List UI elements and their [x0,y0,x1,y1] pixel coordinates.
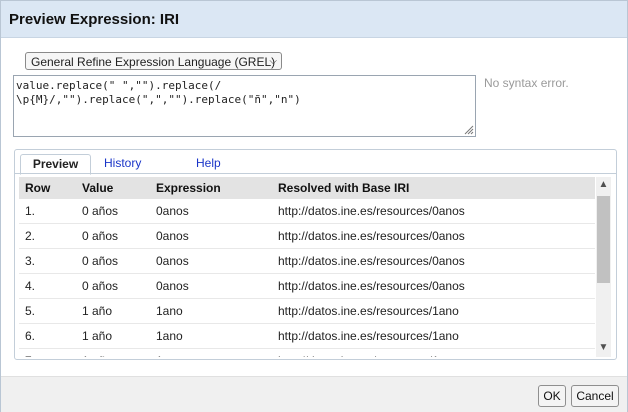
preview-table: Row Value Expression Resolved with Base … [19,177,595,357]
cell-expression: 1ano [150,348,272,357]
table-row: 6. 1 año 1ano http://datos.ine.es/resour… [19,323,595,349]
cell-value: 1 año [76,298,150,324]
cell-row: 6. [19,323,76,349]
table-row: 1. 0 años 0anos http://datos.ine.es/reso… [19,199,595,224]
column-header-resolved: Resolved with Base IRI [272,177,595,199]
dialog-footer: OK Cancel [1,376,627,412]
cell-resolved: http://datos.ine.es/resources/1ano [272,298,595,324]
cell-row: 4. [19,273,76,299]
preview-table-container[interactable]: Row Value Expression Resolved with Base … [19,177,595,357]
cell-resolved: http://datos.ine.es/resources/0anos [272,248,595,274]
cell-row: 5. [19,298,76,324]
preview-expression-dialog: Preview Expression: IRI General Refine E… [0,0,628,412]
cancel-button[interactable]: Cancel [571,385,619,407]
cell-resolved: http://datos.ine.es/resources/0anos [272,223,595,249]
expression-line-2: \p{M}/,"").replace(",","").replace("ñ","… [16,93,301,106]
scrollbar-thumb[interactable] [597,196,610,283]
cell-value: 0 años [76,248,150,274]
expression-line-1: value.replace(" ","").replace(/ [16,79,222,92]
table-row: 5. 1 año 1ano http://datos.ine.es/resour… [19,298,595,324]
cell-expression: 1ano [150,298,272,324]
chevron-down-icon: ⌵ [269,56,277,67]
cell-value: 0 años [76,273,150,299]
language-select[interactable]: General Refine Expression Language (GREL… [25,52,282,70]
cell-row: 3. [19,248,76,274]
table-scrollbar[interactable]: ▲ ▼ [596,177,611,357]
tab-divider [15,173,616,174]
table-header-row: Row Value Expression Resolved with Base … [19,177,595,199]
chevron-up-icon[interactable]: ▲ [596,178,611,192]
table-row: 2. 0 años 0anos http://datos.ine.es/reso… [19,223,595,249]
expression-textarea[interactable]: value.replace(" ","").replace(/ \p{M}/,"… [13,75,476,137]
cell-resolved: http://datos.ine.es/resources/1ano [272,348,595,357]
cell-resolved: http://datos.ine.es/resources/1ano [272,323,595,349]
table-row: 7. 1 año 1ano http://datos.ine.es/resour… [19,348,595,357]
ok-button[interactable]: OK [538,385,566,407]
cell-expression: 0anos [150,248,272,274]
cell-value: 0 años [76,199,150,224]
table-row: 4. 0 años 0anos http://datos.ine.es/reso… [19,273,595,299]
cell-row: 7. [19,348,76,357]
tab-preview[interactable]: Preview [20,154,91,175]
cell-expression: 0anos [150,223,272,249]
cell-value: 1 año [76,323,150,349]
dialog-title: Preview Expression: IRI [9,11,180,28]
column-header-expression: Expression [150,177,272,199]
cell-value: 0 años [76,223,150,249]
tab-help[interactable]: Help [196,154,221,173]
dialog-titlebar[interactable]: Preview Expression: IRI [1,1,627,38]
cell-resolved: http://datos.ine.es/resources/0anos [272,273,595,299]
preview-tabs-panel: Preview History Help Row Value Expressio… [14,149,617,360]
cell-expression: 0anos [150,199,272,224]
chevron-down-icon[interactable]: ▼ [596,341,611,355]
column-header-value: Value [76,177,150,199]
cell-expression: 0anos [150,273,272,299]
tab-history[interactable]: History [104,154,141,173]
cell-row: 2. [19,223,76,249]
syntax-status: No syntax error. [484,76,569,90]
language-select-value: General Refine Expression Language (GREL… [31,55,276,69]
resize-grip-icon[interactable] [462,123,474,135]
cell-row: 1. [19,199,76,224]
cell-value: 1 año [76,348,150,357]
table-row: 3. 0 años 0anos http://datos.ine.es/reso… [19,248,595,274]
cell-expression: 1ano [150,323,272,349]
column-header-row: Row [19,177,76,199]
cell-resolved: http://datos.ine.es/resources/0anos [272,199,595,224]
